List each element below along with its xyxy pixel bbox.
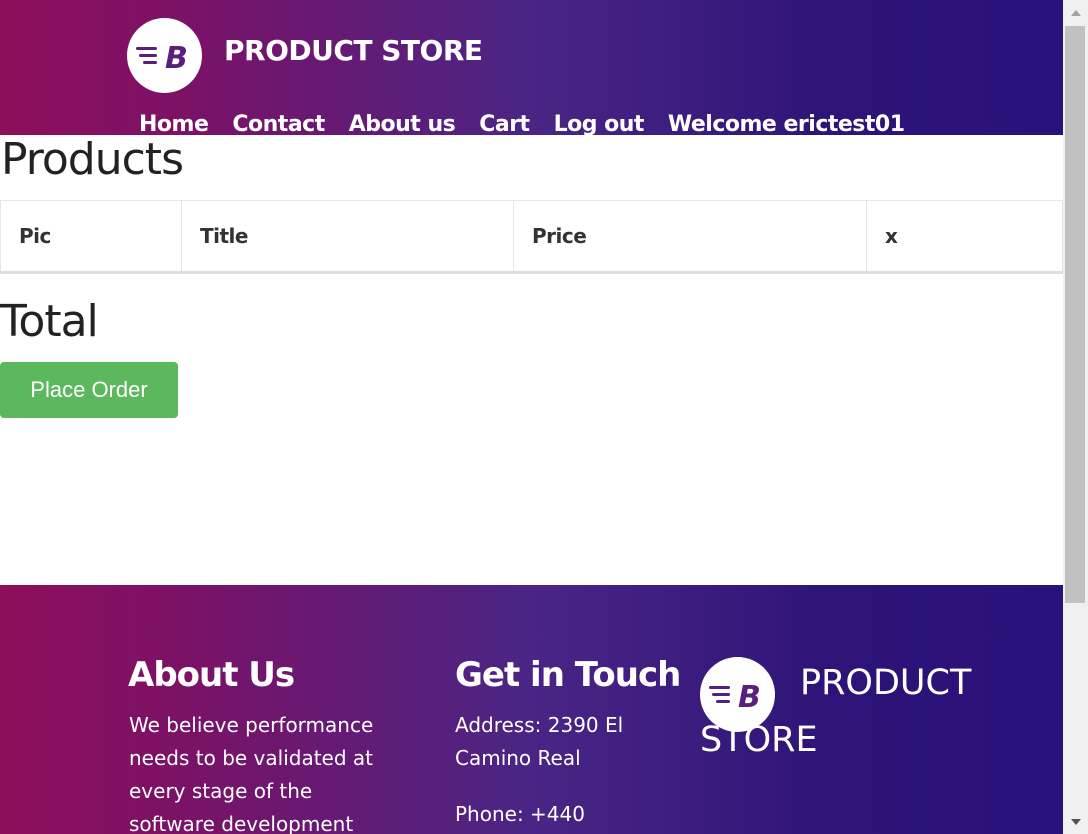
about-us-heading: About Us (128, 655, 295, 695)
nav-log-out[interactable]: Log out (554, 112, 645, 135)
scroll-down-icon[interactable] (1063, 809, 1088, 834)
column-header-pic: Pic (0, 200, 182, 274)
get-in-touch-heading: Get in Touch (455, 655, 681, 695)
nav-contact[interactable]: Contact (232, 112, 325, 135)
phone-text: Phone: +440 (455, 802, 585, 826)
blazemeter-logo-icon: B (136, 41, 188, 76)
nav-welcome-user[interactable]: Welcome erictest01 (668, 112, 905, 135)
column-header-price: Price (513, 200, 867, 274)
site-footer: About Us We believe performance needs to… (0, 585, 1063, 834)
nav-home[interactable]: Home (139, 112, 209, 135)
place-order-button[interactable]: Place Order (0, 362, 178, 418)
site-header: B PRODUCT STORE Home Contact About us Ca… (0, 0, 1063, 135)
table-header-row: Pic Title Price x (0, 200, 1063, 274)
nav-cart[interactable]: Cart (479, 112, 530, 135)
brand-logo[interactable]: B (127, 18, 202, 93)
products-heading: Products (1, 134, 184, 185)
total-heading: Total (0, 296, 99, 347)
vertical-scrollbar[interactable] (1063, 0, 1088, 834)
scrollbar-thumb[interactable] (1065, 26, 1085, 603)
footer-brand-title: PRODUCT STORE (700, 655, 1030, 769)
main-nav: Home Contact About us Cart Log out Welco… (139, 112, 929, 135)
nav-about-us[interactable]: About us (349, 112, 456, 135)
about-us-text: We believe performance needs to be valid… (129, 713, 374, 834)
footer-brand-text: PRODUCT STORE (700, 663, 972, 760)
svg-text:B: B (165, 41, 188, 76)
scroll-up-icon[interactable] (1063, 0, 1088, 25)
address-text: Address: 2390 El Camino Real (455, 713, 624, 770)
page-viewport: B PRODUCT STORE Home Contact About us Ca… (0, 0, 1063, 834)
column-header-delete: x (866, 200, 1063, 274)
cart-table: Pic Title Price x (0, 200, 1063, 274)
column-header-title: Title (181, 200, 514, 274)
brand-title[interactable]: PRODUCT STORE (224, 34, 483, 67)
